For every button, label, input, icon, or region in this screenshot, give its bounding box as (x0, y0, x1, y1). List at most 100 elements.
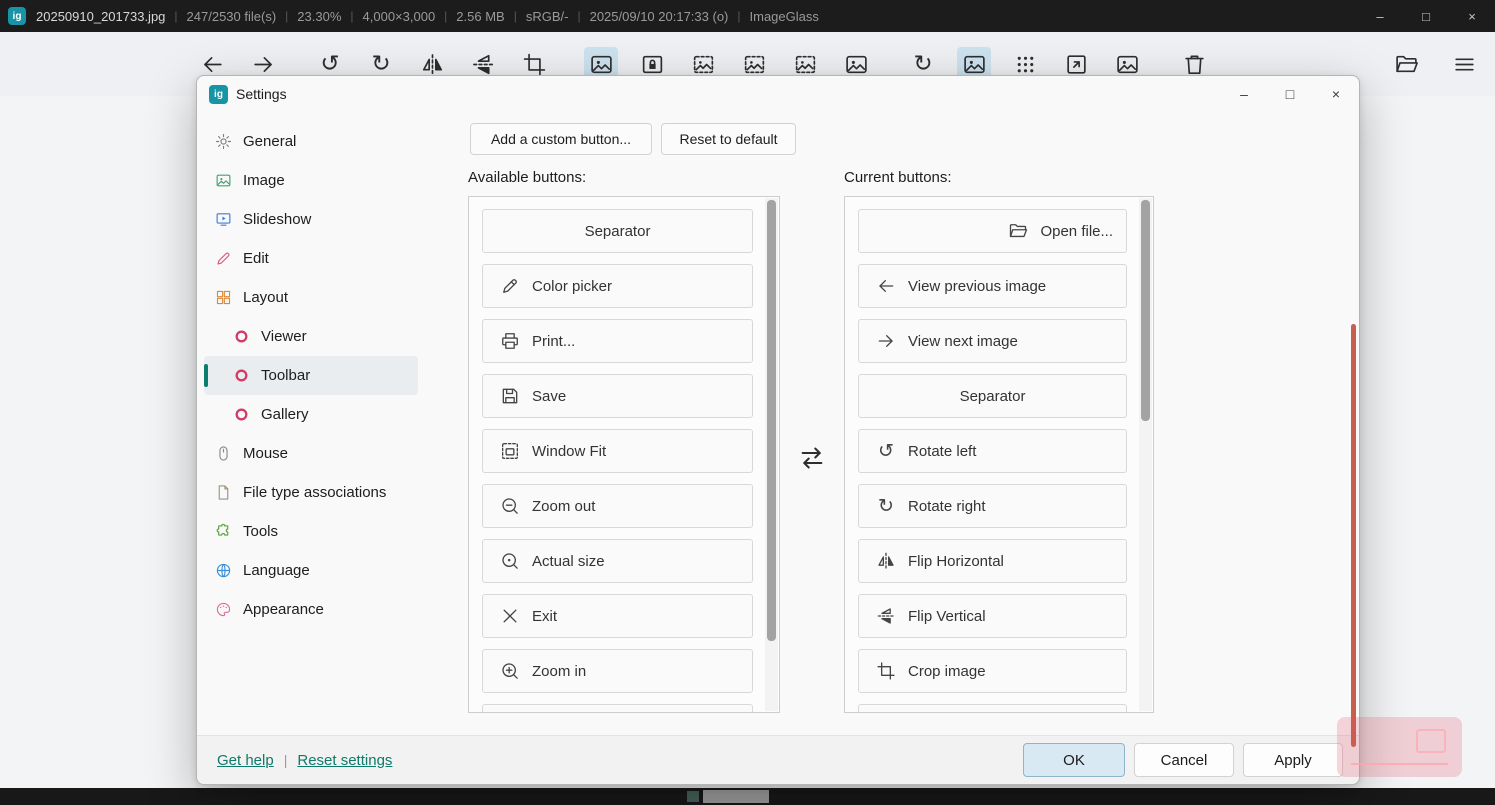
list-item-separator[interactable]: Separator (858, 374, 1127, 418)
sidebar-item-tools[interactable]: Tools (204, 512, 418, 551)
list-item-label: Save (532, 388, 566, 405)
app-maximize-button[interactable]: □ (1403, 0, 1449, 32)
list-item-print[interactable]: Print... (482, 319, 753, 363)
sidebar-item-mouse[interactable]: Mouse (204, 434, 418, 473)
sidebar-item-edit[interactable]: Edit (204, 239, 418, 278)
sidebar-item-slideshow[interactable]: Slideshow (204, 200, 418, 239)
reset-settings-link[interactable]: Reset settings (297, 752, 392, 769)
list-item-rotate-left[interactable]: ↺ Rotate left (858, 429, 1127, 473)
list-item-save[interactable]: Save (482, 374, 753, 418)
flip-vertical-icon (471, 52, 496, 77)
app-titlebar: ig 20250910_201733.jpg |247/2530 file(s)… (0, 0, 1495, 32)
available-scrollbar-thumb[interactable] (767, 200, 776, 641)
dialog-close-button[interactable]: × (1313, 76, 1359, 112)
list-item[interactable] (858, 704, 1127, 712)
list-item[interactable] (482, 704, 753, 712)
sidebar-item-label: Toolbar (261, 367, 310, 384)
titlebar-segment: 2025/09/10 20:17:33 (o) (590, 9, 729, 24)
gallery-thumbnail[interactable] (703, 790, 769, 803)
apply-button[interactable]: Apply (1243, 743, 1343, 777)
language-icon (215, 562, 232, 579)
titlebar-segment: 247/2530 file(s) (187, 9, 277, 24)
list-item-actual-size[interactable]: Actual size (482, 539, 753, 583)
sidebar-item-layout[interactable]: Layout (204, 278, 418, 317)
dialog-maximize-button[interactable]: □ (1267, 76, 1313, 112)
sidebar-item-toolbar[interactable]: Toolbar (204, 356, 418, 395)
dialog-footer: Get help | Reset settings OK Cancel Appl… (197, 735, 1359, 784)
list-item-color-picker[interactable]: Color picker (482, 264, 753, 308)
reset-to-default-button[interactable]: Reset to default (661, 123, 796, 155)
titlebar-segment: 23.30% (297, 9, 341, 24)
list-item-zoom-out[interactable]: Zoom out (482, 484, 753, 528)
sidebar-item-gallery[interactable]: Gallery (204, 395, 418, 434)
list-item-window-fit[interactable]: Window Fit (482, 429, 753, 473)
list-item-label: View next image (908, 333, 1018, 350)
gear-icon (215, 133, 232, 150)
printer-icon (500, 331, 520, 351)
current-scrollbar[interactable] (1139, 198, 1152, 711)
app-minimize-button[interactable]: – (1357, 0, 1403, 32)
available-items: Separator Color picker Print... (469, 197, 779, 712)
sidebar-item-appearance[interactable]: Appearance (204, 590, 418, 629)
ring-icon (233, 367, 250, 384)
dialog-scrollbar-thumb[interactable] (1351, 324, 1356, 747)
add-custom-button[interactable]: Add a custom button... (470, 123, 652, 155)
list-item-rotate-right[interactable]: ↻ Rotate right (858, 484, 1127, 528)
settings-dialog: ig Settings – □ × General Image (196, 75, 1360, 785)
sidebar-item-general[interactable]: General (204, 122, 418, 161)
titlebar-segment: sRGB/- (526, 9, 569, 24)
titlebar-divider: | (444, 9, 447, 23)
list-item-exit[interactable]: Exit (482, 594, 753, 638)
edit-icon (215, 250, 232, 267)
flip-horizontal-icon (420, 52, 445, 77)
list-item-open-file[interactable]: Open file... (858, 209, 1127, 253)
list-item-label: Rotate right (908, 498, 986, 515)
list-item-flip-vertical[interactable]: Flip Vertical (858, 594, 1127, 638)
arrow-left-icon (200, 52, 225, 77)
list-item-view-previous-image[interactable]: View previous image (858, 264, 1127, 308)
titlebar-segment: 4,000×3,000 (363, 9, 436, 24)
gallery-thumbnail[interactable] (687, 791, 699, 802)
titlebar-divider: | (174, 9, 177, 23)
settings-content: Add a custom button... Reset to default … (423, 112, 1359, 735)
dialog-minimize-button[interactable]: – (1221, 76, 1267, 112)
trash-icon (1182, 52, 1207, 77)
get-help-link[interactable]: Get help (217, 752, 274, 769)
crop-icon (876, 661, 896, 681)
ok-button[interactable]: OK (1023, 743, 1125, 777)
sidebar-item-viewer[interactable]: Viewer (204, 317, 418, 356)
titlebar-status-segments: |247/2530 file(s) |23.30% |4,000×3,000 |… (165, 9, 818, 24)
dialog-window-controls: – □ × (1221, 76, 1359, 112)
list-item-label: Print... (532, 333, 575, 350)
available-scrollbar[interactable] (765, 198, 778, 711)
sidebar-item-language[interactable]: Language (204, 551, 418, 590)
list-item-crop-image[interactable]: Crop image (858, 649, 1127, 693)
lock-image-icon (640, 52, 665, 77)
list-item-separator[interactable]: Separator (482, 209, 753, 253)
rotate-left-icon: ↺ (876, 441, 896, 461)
list-item-label: Separator (585, 223, 651, 240)
current-scrollbar-thumb[interactable] (1141, 200, 1150, 421)
list-item-zoom-in[interactable]: Zoom in (482, 649, 753, 693)
flip-horizontal-icon (876, 551, 896, 571)
toolbar-button-hamburger-icon[interactable] (1447, 47, 1481, 81)
list-item-label: Flip Horizontal (908, 553, 1004, 570)
current-buttons-label: Current buttons: (844, 169, 952, 186)
cancel-button[interactable]: Cancel (1134, 743, 1234, 777)
toolbar-button-folder-open-icon[interactable] (1389, 47, 1423, 81)
titlebar-segment: ImageGlass (750, 9, 819, 24)
app-close-button[interactable]: × (1449, 0, 1495, 32)
current-items: Open file... View previous image View ne… (845, 197, 1153, 712)
titlebar-filename: 20250910_201733.jpg (36, 9, 165, 24)
image-icon (589, 52, 614, 77)
layout-icon (215, 289, 232, 306)
dialog-titlebar: ig Settings – □ × (197, 76, 1359, 112)
sidebar-item-label: Mouse (243, 445, 288, 462)
sidebar-item-image[interactable]: Image (204, 161, 418, 200)
list-item-view-next-image[interactable]: View next image (858, 319, 1127, 363)
sidebar-item-file-type-associations[interactable]: File type associations (204, 473, 418, 512)
exit-icon (500, 606, 520, 626)
list-item-flip-horizontal[interactable]: Flip Horizontal (858, 539, 1127, 583)
footer-buttons: OK Cancel Apply (1023, 743, 1343, 777)
sidebar-item-label: File type associations (243, 484, 386, 501)
